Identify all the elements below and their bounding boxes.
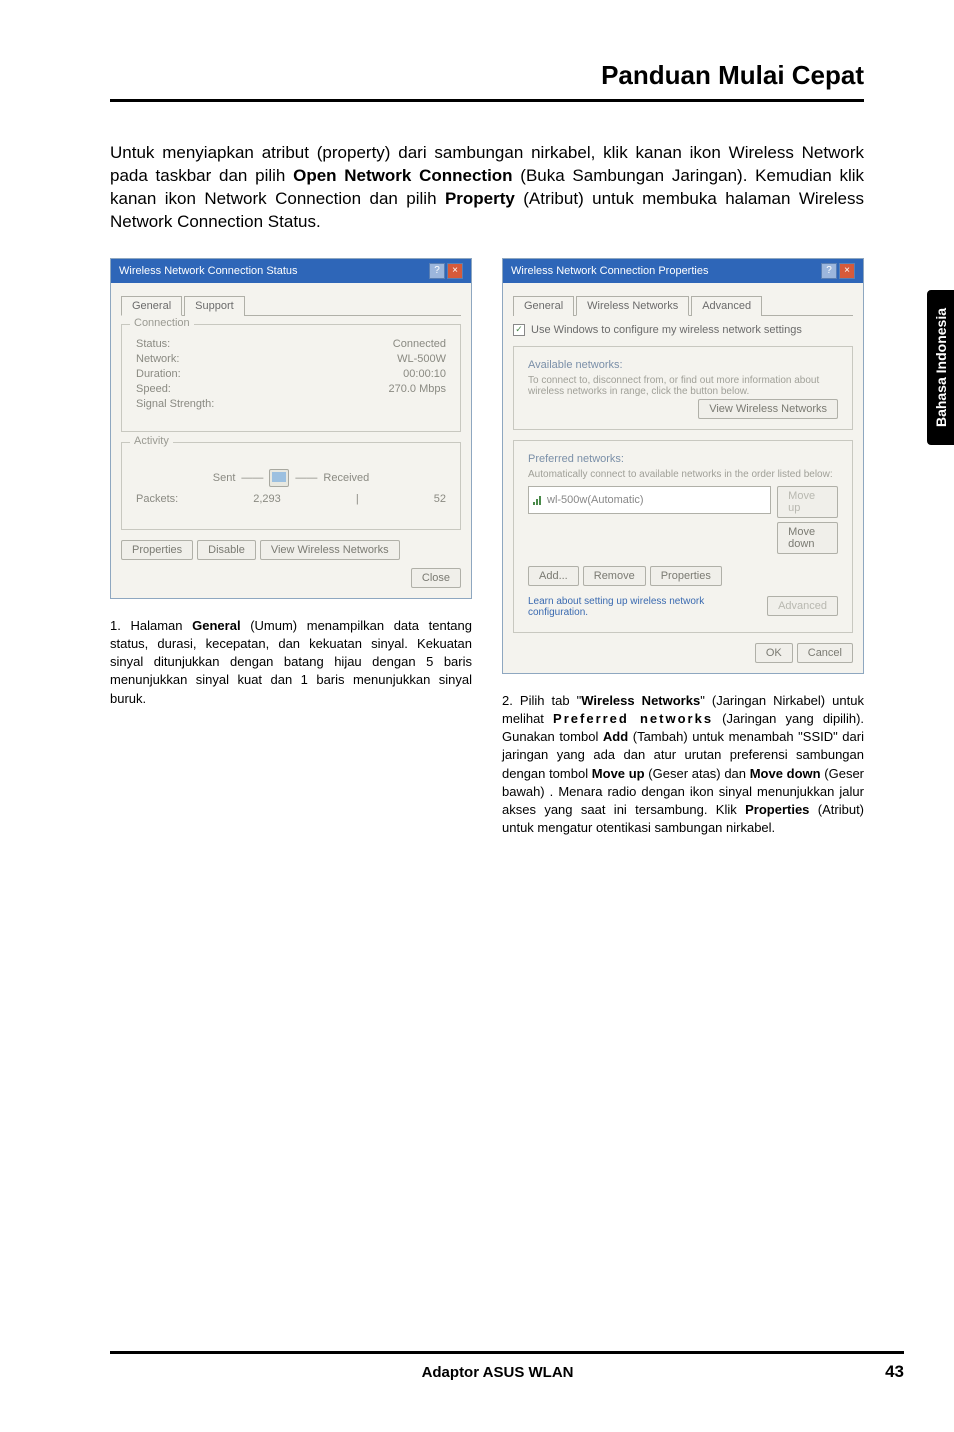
learn-link[interactable]: Learn about setting up wireless network … [528,596,714,618]
packets-sent: 2,293 [253,493,281,505]
dialog-titlebar: Wireless Network Connection Status ? × [111,259,471,283]
caption-2: 2. Pilih tab "Wireless Networks" (Jaring… [502,692,864,838]
signal-icon [533,495,543,505]
cap2-b2: Preferred networks [553,711,713,726]
footer-rule [110,1351,904,1354]
close-icon[interactable]: × [839,263,855,279]
help-icon[interactable]: ? [429,263,445,279]
activity-legend: Activity [130,435,173,447]
move-down-button[interactable]: Move down [777,522,838,554]
packets-received: 52 [434,493,446,505]
activity-group: Activity Sent —— —— Received Packets: [121,442,461,530]
dash: —— [241,472,263,484]
status-label: Status: [136,338,170,350]
intro-bold-2: Property [445,189,515,208]
status-value: Connected [393,338,446,350]
tab-wireless-networks[interactable]: Wireless Networks [576,296,689,316]
list-item[interactable]: wl-500w(Automatic) [533,494,644,506]
advanced-button[interactable]: Advanced [767,596,838,616]
tabs: General Support [121,295,461,316]
cap1-b1: General [192,618,240,633]
cap2-b5: Move down [750,766,821,781]
close-button[interactable]: Close [411,568,461,588]
tab-advanced[interactable]: Advanced [691,296,762,316]
add-button[interactable]: Add... [528,566,579,586]
duration-label: Duration: [136,368,181,380]
connection-group: Connection Status:Connected Network:WL-5… [121,324,461,432]
footer-center: Adaptor ASUS WLAN [422,1364,574,1381]
duration-value: 00:00:10 [403,368,446,380]
preferred-heading: Preferred networks: [528,453,838,465]
sent-label: Sent [213,472,236,484]
dialog-title-text: Wireless Network Connection Properties [511,265,708,277]
status-dialog: Wireless Network Connection Status ? × G… [110,258,472,599]
packets-divider: | [356,493,359,505]
tab-support[interactable]: Support [184,296,245,316]
list-item-label: wl-500w(Automatic) [547,494,644,506]
help-icon[interactable]: ? [821,263,837,279]
properties-dialog: Wireless Network Connection Properties ?… [502,258,864,674]
title-rule [110,99,864,102]
view-wireless-button[interactable]: View Wireless Networks [698,399,838,419]
tab-general[interactable]: General [121,296,182,316]
view-networks-button[interactable]: View Wireless Networks [260,540,400,560]
cap2-t1: Pilih tab " [520,693,581,708]
ok-button[interactable]: OK [755,643,793,663]
cap2-b6: Properties [745,802,809,817]
checkbox-icon: ✓ [513,324,525,336]
checkbox-label: Use Windows to configure my wireless net… [531,324,802,336]
preferred-group: Preferred networks: Automatically connec… [513,440,853,633]
preferred-listbox[interactable]: wl-500w(Automatic) [528,486,771,514]
network-value: WL-500W [397,353,446,365]
page-title: Panduan Mulai Cepat [110,60,864,91]
available-heading: Available networks: [528,359,838,371]
packets-label: Packets: [136,493,178,505]
connection-legend: Connection [130,317,194,329]
speed-value: 270.0 Mbps [389,383,446,395]
available-group: Available networks: To connect to, disco… [513,346,853,430]
available-help: To connect to, disconnect from, or find … [528,375,838,397]
network-label: Network: [136,353,179,365]
tab-general[interactable]: General [513,296,574,316]
dialog-title-text: Wireless Network Connection Status [119,265,298,277]
cap2-b4: Move up [592,766,645,781]
received-label: Received [323,472,369,484]
signal-label: Signal Strength: [136,398,214,414]
move-up-button[interactable]: Move up [777,486,838,518]
cap1-num: 1. [110,618,130,633]
preferred-help: Automatically connect to available netwo… [528,469,838,480]
page-number: 43 [885,1362,904,1382]
cap2-t5: (Geser atas) dan [645,766,750,781]
speed-label: Speed: [136,383,171,395]
cap1-t1: Halaman [130,618,192,633]
intro-bold-1: Open Network Connection [293,166,512,185]
properties-button[interactable]: Properties [650,566,722,586]
intro-paragraph: Untuk menyiapkan atribut (property) dari… [110,142,864,234]
dialog-titlebar: Wireless Network Connection Properties ?… [503,259,863,283]
use-windows-checkbox[interactable]: ✓ Use Windows to configure my wireless n… [513,324,853,336]
close-icon[interactable]: × [447,263,463,279]
computer-icon [269,469,289,487]
tabs: General Wireless Networks Advanced [513,295,853,316]
caption-1: 1. Halaman General (Umum) menampilkan da… [110,617,472,708]
remove-button[interactable]: Remove [583,566,646,586]
properties-button[interactable]: Properties [121,540,193,560]
language-tab: Bahasa Indonesia [927,290,954,445]
disable-button[interactable]: Disable [197,540,256,560]
footer: Adaptor ASUS WLAN 43 [110,1351,904,1382]
cap2-num: 2. [502,693,520,708]
cap2-b3: Add [603,729,628,744]
dash: —— [295,472,317,484]
cap2-b1: Wireless Networks [581,693,700,708]
cancel-button[interactable]: Cancel [797,643,853,663]
